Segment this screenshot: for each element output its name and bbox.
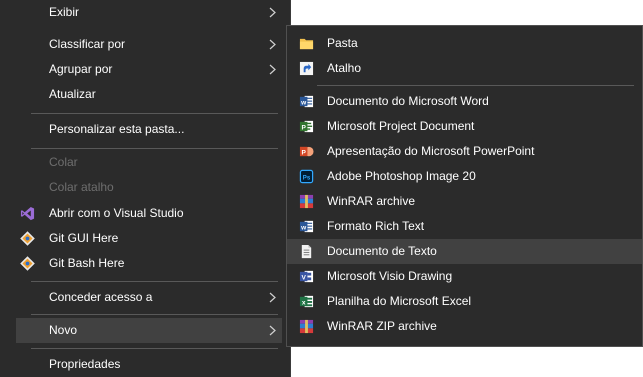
menu-item-label: Abrir com o Visual Studio [49,206,184,220]
text-document-icon [301,244,312,259]
word-icon: w [299,95,314,108]
menu-separator [31,348,278,349]
git-icon [20,231,35,246]
menu-separator [317,85,634,86]
menu-item-personalizar-pasta[interactable]: Personalizar esta pasta... [0,117,290,142]
submenu-item-documento-texto[interactable]: Documento de Texto [287,239,642,264]
submenu-item-visio[interactable]: V Microsoft Visio Drawing [287,264,642,289]
winrar-zip-icon [299,319,314,334]
menu-item-git-bash[interactable]: Git Bash Here [0,251,290,276]
menu-item-label: Agrupar por [49,62,113,76]
svg-text:V: V [302,274,307,281]
submenu-item-photoshop[interactable]: Ps Adobe Photoshop Image 20 [287,164,642,189]
submenu-item-word[interactable]: w Documento do Microsoft Word [287,89,642,114]
menu-item-exibir[interactable]: Exibir [0,5,290,32]
menu-item-label: Pasta [327,36,358,50]
svg-text:Ps: Ps [303,174,311,181]
menu-item-agrupar-por[interactable]: Agrupar por [0,57,290,82]
submenu-item-rich-text[interactable]: w Formato Rich Text [287,214,642,239]
powerpoint-icon: P [299,146,314,156]
git-icon [20,256,35,271]
menu-item-label: WinRAR ZIP archive [327,319,437,333]
submenu-item-winrar[interactable]: WinRAR archive [287,189,642,214]
submenu-item-project[interactable]: P Microsoft Project Document [287,114,642,139]
submenu-item-pasta[interactable]: Pasta [287,31,642,56]
menu-item-label: Exibir [49,5,80,19]
chevron-right-icon [269,325,276,336]
winrar-icon [299,194,314,209]
menu-item-label: Formato Rich Text [327,219,425,233]
menu-item-label: Documento de Texto [327,244,437,258]
menu-item-colar: Colar [0,150,290,175]
chevron-right-icon [269,39,276,50]
shortcut-icon [299,61,314,76]
menu-item-conceder-acesso[interactable]: Conceder acesso a [0,285,290,310]
menu-item-label: Propriedades [49,357,121,371]
menu-item-novo[interactable]: Novo [16,318,282,343]
menu-separator [31,281,278,282]
menu-item-label: Documento do Microsoft Word [327,94,489,108]
menu-item-label: Planilha do Microsoft Excel [327,294,472,308]
rtf-icon: w [299,220,314,233]
chevron-right-icon [269,292,276,303]
svg-text:x: x [302,299,306,306]
menu-item-label: Classificar por [49,37,126,51]
visio-icon: V [299,270,314,283]
menu-item-label: Personalizar esta pasta... [49,122,185,136]
menu-item-label: Apresentação do Microsoft PowerPoint [327,144,535,158]
menu-item-colar-atalho: Colar atalho [0,175,290,200]
menu-separator [31,148,278,149]
submenu-item-excel[interactable]: x Planilha do Microsoft Excel [287,289,642,314]
menu-item-label: Atualizar [49,87,96,101]
excel-icon: x [299,295,314,308]
menu-item-label: Microsoft Visio Drawing [327,269,453,283]
menu-separator [31,314,278,315]
menu-item-classificar-por[interactable]: Classificar por [0,32,290,57]
context-menu: Exibir Classificar por Agrupar por Atual… [0,0,291,377]
menu-separator [31,113,278,114]
menu-item-label: Colar [49,155,78,169]
svg-text:w: w [300,224,307,231]
svg-text:P: P [302,149,307,156]
menu-item-label: Conceder acesso a [49,290,153,304]
menu-item-propriedades[interactable]: Propriedades [0,352,290,377]
submenu-item-atalho[interactable]: Atalho [287,56,642,81]
menu-item-label: Microsoft Project Document [327,119,475,133]
menu-item-label: WinRAR archive [327,194,416,208]
submenu-item-winrar-zip[interactable]: WinRAR ZIP archive [287,314,642,339]
chevron-right-icon [269,64,276,75]
menu-item-label: Colar atalho [49,180,114,194]
menu-item-label: Novo [49,323,78,337]
new-submenu: Pasta Atalho w Documento do Microsoft Wo… [286,25,643,347]
svg-text:P: P [302,124,307,131]
menu-item-atualizar[interactable]: Atualizar [0,82,290,107]
photoshop-icon: Ps [299,169,314,184]
folder-icon [299,38,314,50]
svg-text:w: w [300,99,307,106]
menu-item-label: Git Bash Here [49,256,125,270]
chevron-right-icon [269,7,276,18]
visual-studio-icon [20,206,35,221]
menu-item-label: Git GUI Here [49,231,119,245]
menu-item-label: Adobe Photoshop Image 20 [327,169,476,183]
project-icon: P [299,120,314,133]
menu-item-abrir-visual-studio[interactable]: Abrir com o Visual Studio [0,201,290,226]
submenu-item-powerpoint[interactable]: P Apresentação do Microsoft PowerPoint [287,139,642,164]
menu-item-git-gui[interactable]: Git GUI Here [0,226,290,251]
menu-item-label: Atalho [327,61,362,75]
